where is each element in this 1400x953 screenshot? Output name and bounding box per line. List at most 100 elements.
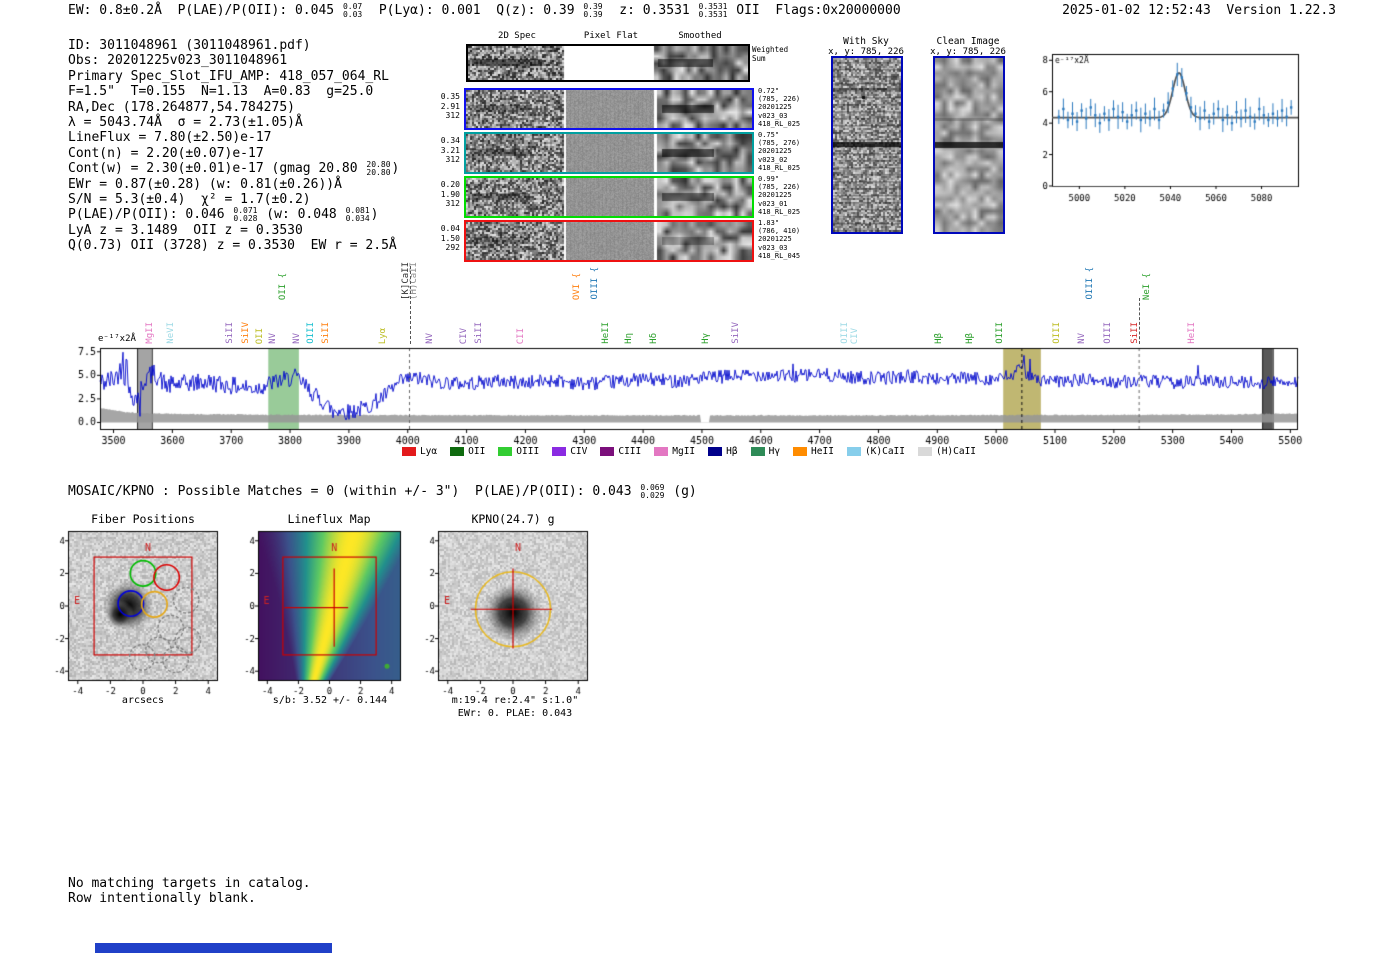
legend-swatch (552, 447, 567, 456)
spectral-line-label: OIII (306, 322, 317, 344)
spectral-line-label: OIII (840, 322, 851, 344)
legend-label: (H)CaII (935, 446, 977, 457)
row-0-cutout-frame (464, 88, 754, 130)
spectral-line-label: CIV (459, 327, 470, 344)
text-segment: Cont(n) = 2.20(±0.07)e-17 (68, 145, 264, 161)
legend-item: HeII (793, 446, 834, 457)
legend-label: CIV (570, 446, 588, 457)
legend-label: MgII (672, 446, 696, 457)
clean-image-title: Clean Image x, y: 785, 226 (913, 36, 1023, 57)
legend-label: Hβ (726, 446, 738, 457)
with-sky-canvas (833, 58, 901, 232)
text-segment: EWr = 0.87(±0.28) (w: 0.81(±0.26))Å (68, 176, 342, 192)
weighted-sum-cutout (466, 44, 750, 82)
legend-label: Lyα (419, 446, 438, 457)
spectral-line-label: NV (291, 333, 302, 344)
row-3-weights: 0.04 1.50 292 (440, 224, 460, 252)
spectral-line-label: OII { (278, 272, 289, 300)
info-line-0: ID: 3011048961 (3011048961.pdf) (68, 38, 399, 53)
spectral-line-label: Hβ (934, 333, 945, 344)
text-segment: MOSAIC/KPNO : Possible Matches = 0 (with… (68, 484, 640, 499)
spectral-line-label: SiIV (240, 322, 251, 344)
text-segment: z: 0.3531 (603, 3, 698, 18)
row-1-annotation: 0.75" (785, 276) 20201225 v023_02 418_RL_025 (758, 131, 801, 172)
row-2-annotation: 0.99" (785, 226) 20201225 v023_01 418_RL_025 (758, 175, 801, 216)
lineflux-caption: s/b: 3.52 +/- 0.144 (272, 695, 388, 706)
spectral-line-label: OIII (1051, 322, 1062, 344)
kpno-g-cutout (410, 527, 600, 707)
spectrum-line-legend: Lyα OII OIII CIV CIII MgII Hβ Hγ HeII (K)CaII (H)C… (74, 446, 1304, 457)
legend-item: MgII (654, 446, 695, 457)
info-line-13: Q(0.73) OII (3728) z = 0.3530 EW r = 2.5… (68, 238, 399, 253)
with-sky-title: With Sky x, y: 785, 226 (811, 36, 921, 57)
info-line-6: LineFlux = 7.80(±2.50)e-17 (68, 130, 399, 145)
text-segment: Cont(w) = 2.30(±0.01)e-17 (gmag 20.80 (68, 161, 366, 177)
info-line-3: F=1.5" T=0.155 N=1.13 A=0.83 g=25.0 (68, 84, 399, 99)
clean-image-cutout (933, 56, 1005, 234)
spectral-line-label: NeVI (166, 322, 177, 344)
spectral-line-label: Hδ (648, 333, 659, 344)
row-0-weights: 0.35 2.91 312 (440, 92, 460, 120)
spectral-line-label: CII (516, 327, 527, 344)
legend-swatch (917, 447, 932, 456)
legend-label: OII (468, 446, 486, 457)
info-line-8: Cont(w) = 2.30(±0.01)e-17 (gmag 20.80 20… (68, 161, 399, 176)
spectral-line-label: Hβ (965, 333, 976, 344)
line-marker-extension (409, 266, 411, 344)
kpno-caption-1: m:19.4 re:2.4" s:1.0" (451, 695, 579, 706)
clean-image-title-text: Clean Image (936, 36, 1000, 47)
full-spectrum-plot (74, 346, 1304, 446)
with-sky-title-text: With Sky (843, 36, 889, 47)
kpno-caption-2: EWr: 0. PLAE: 0.043 (457, 708, 573, 719)
text-segment: RA,Dec (178.264877,54.784275) (68, 99, 295, 115)
stacked-uncertainty: 0.07 0.03 (342, 2, 363, 19)
stacked-uncertainty: 0.081 0.034 (345, 206, 370, 223)
legend-item: (H)CaII (917, 446, 977, 457)
legend-item: OII (450, 446, 485, 457)
header-timestamp-version: 2025-01-02 12:52:43 Version 1.22.3 (1062, 3, 1336, 18)
legend-label: OIII (516, 446, 540, 457)
spectral-line-label: SiII (1130, 322, 1141, 344)
spectral-line-label: OIII { (1085, 267, 1096, 300)
column-title-pixel-flat: Pixel Flat (583, 31, 639, 41)
object-info-block: ID: 3011048961 (3011048961.pdf) Obs: 2020… (68, 38, 399, 253)
row-3-cutout-canvas (466, 222, 752, 260)
legend-item: OIII (498, 446, 539, 457)
legend-swatch (846, 447, 861, 456)
fiber-xlabel: arcsecs (121, 695, 165, 706)
info-line-2: Primary Spec_Slot_IFU_AMP: 418_057_064_R… (68, 69, 399, 84)
legend-label: HeII (811, 446, 834, 457)
spectral-line-label: (H)CaII (408, 262, 419, 300)
text-segment: ) (391, 161, 400, 177)
legend-label: (K)CaII (864, 446, 905, 457)
row-1-weights: 0.34 3.21 312 (440, 136, 460, 164)
legend-swatch (498, 447, 513, 456)
line-marker-extension (1139, 298, 1141, 344)
row-2-cutout-canvas (466, 178, 752, 216)
text-segment: λ = 5043.74Å σ = 2.73(±1.05)Å (68, 114, 303, 130)
legend-label: Hγ (768, 446, 781, 457)
legend-item: CIV (552, 446, 587, 457)
text-segment: F=1.5" T=0.155 N=1.13 A=0.83 g=25.0 (68, 84, 374, 100)
row-2-weights: 0.20 1.90 312 (440, 180, 460, 208)
stacked-uncertainty: 20.80 20.80 (366, 160, 391, 177)
info-line-4: RA,Dec (178.264877,54.784275) (68, 100, 399, 115)
text-segment: (w: 0.048 (258, 207, 345, 223)
text-segment: OII Flags:0x20000000 (728, 3, 901, 18)
info-line-5: λ = 5043.74Å σ = 2.73(±1.05)Å (68, 115, 399, 130)
text-segment: Primary Spec_Slot_IFU_AMP: 418_057_064_R… (68, 68, 389, 84)
stacked-uncertainty: 0.39 0.39 (583, 2, 603, 19)
spectral-line-label: [K]CaII (400, 262, 411, 300)
text-segment: S/N = 5.3(±0.4) χ² = 1.7(±0.2) (68, 191, 311, 207)
text-segment: LineFlux = 7.80(±2.50)e-17 (68, 130, 272, 146)
header-stats: EW: 0.8±0.2Å P(LAE)/P(OII): 0.045 0.07 0.… (68, 3, 901, 18)
info-line-11: P(LAE)/P(OII): 0.046 0.071 0.028 (w: 0.04… (68, 207, 399, 222)
spectral-line-label: Lyα (378, 327, 389, 344)
fiber-positions-cutout (40, 527, 230, 707)
spectral-line-label: NV (1077, 333, 1088, 344)
info-line-9: EWr = 0.87(±0.28) (w: 0.81(±0.26))Å (68, 177, 399, 192)
legend-swatch (450, 447, 465, 456)
spectral-line-label: HeII (1187, 322, 1198, 344)
legend-item: (K)CaII (846, 446, 905, 457)
text-segment: (g) (665, 484, 697, 499)
